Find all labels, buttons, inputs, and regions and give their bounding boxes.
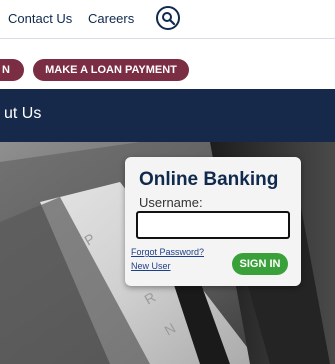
- careers-link[interactable]: Careers: [88, 11, 134, 26]
- search-icon: [162, 12, 175, 25]
- username-label: Username:: [139, 195, 203, 210]
- page-title-band: ut Us: [0, 89, 335, 142]
- make-loan-payment-button[interactable]: MAKE A LOAN PAYMENT: [33, 59, 189, 81]
- left-action-button[interactable]: N: [0, 59, 24, 81]
- new-user-link[interactable]: New User: [131, 261, 171, 271]
- username-input[interactable]: [136, 211, 290, 239]
- action-buttons-row: N MAKE A LOAN PAYMENT: [0, 39, 335, 89]
- login-heading: Online Banking: [139, 169, 279, 190]
- online-banking-login-card: Online Banking Username: Forgot Password…: [125, 157, 301, 286]
- sign-in-button[interactable]: SIGN IN: [232, 253, 288, 275]
- contact-us-link[interactable]: Contact Us: [8, 11, 72, 26]
- search-button[interactable]: [156, 6, 180, 30]
- top-navigation: Contact Us Careers: [0, 0, 335, 39]
- page-title: ut Us: [4, 105, 42, 122]
- forgot-password-link[interactable]: Forgot Password?: [131, 247, 204, 257]
